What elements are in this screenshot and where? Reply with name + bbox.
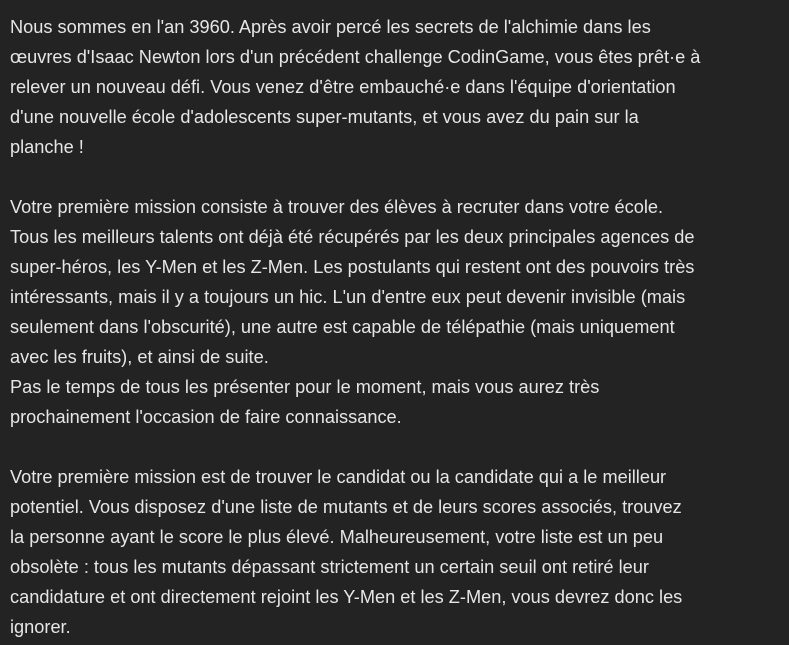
- paragraph-mission: Votre première mission consiste à trouve…: [10, 192, 785, 432]
- text-line: obsolète : tous les mutants dépassant st…: [10, 557, 649, 577]
- text-line: candidature et ont directement rejoint l…: [10, 587, 683, 607]
- text-line: Pas le temps de tous les présenter pour …: [10, 377, 600, 397]
- text-line: avec les fruits), et ainsi de suite.: [10, 347, 269, 367]
- text-line: super-héros, les Y-Men et les Z-Men. Les…: [10, 257, 695, 277]
- text-line: d'une nouvelle école d'adolescents super…: [10, 107, 639, 127]
- text-line: Nous sommes en l'an 3960. Après avoir pe…: [10, 17, 651, 37]
- paragraph-intro: Nous sommes en l'an 3960. Après avoir pe…: [10, 12, 785, 162]
- text-line: la personne ayant le score le plus élevé…: [10, 527, 664, 547]
- text-line: intéressants, mais il y a toujours un hi…: [10, 287, 686, 307]
- text-line: Tous les meilleurs talents ont déjà été …: [10, 227, 695, 247]
- text-line: œuvres d'Isaac Newton lors d'un précéden…: [10, 47, 701, 67]
- text-line: Votre première mission consiste à trouve…: [10, 197, 664, 217]
- text-line: prochainement l'occasion de faire connai…: [10, 407, 402, 427]
- text-line: Votre première mission est de trouver le…: [10, 467, 667, 487]
- paragraph-task: Votre première mission est de trouver le…: [10, 462, 785, 642]
- text-line: seulement dans l'obscurité), une autre e…: [10, 317, 675, 337]
- text-line: planche !: [10, 137, 84, 157]
- text-line: relever un nouveau défi. Vous venez d'êt…: [10, 77, 676, 97]
- puzzle-statement: Nous sommes en l'an 3960. Après avoir pe…: [10, 12, 785, 642]
- text-line: potentiel. Vous disposez d'une liste de …: [10, 497, 682, 517]
- text-line: ignorer.: [10, 617, 71, 637]
